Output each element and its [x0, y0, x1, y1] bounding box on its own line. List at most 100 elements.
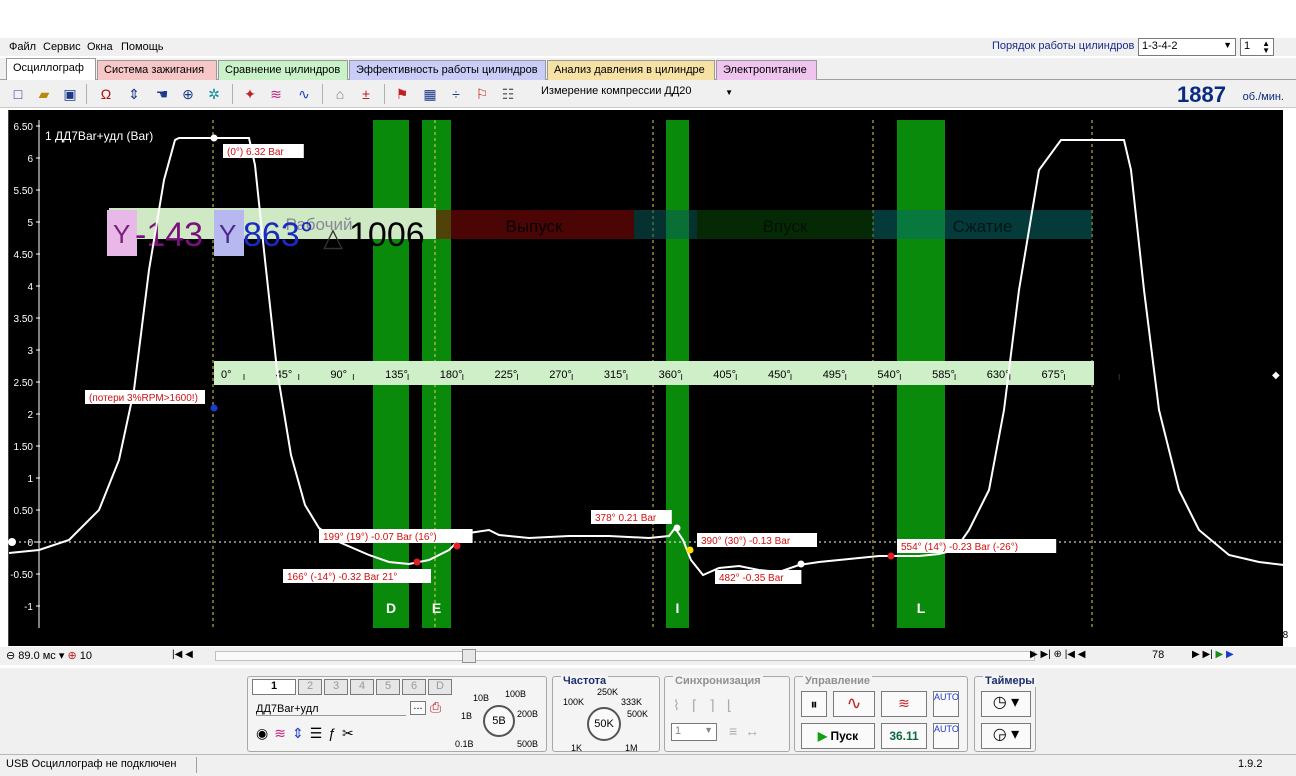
channel-tab-5[interactable]: 5 — [376, 679, 400, 695]
scrollbar[interactable] — [215, 649, 1035, 663]
control-panel: Управление ⏸ ∿ ≋ AUTO ▶ Пуск 36.11 AUTO — [794, 675, 968, 752]
chevron-down-icon: ▼ — [704, 725, 713, 735]
right-marker-icon[interactable]: ◆ — [1272, 370, 1280, 381]
time-scroll-row: ⊖ 89.0 мс ▾ ⊕ 10 |◀ ◀ ▶ ▶| ⊕ |◀ ◀ 78 ▶ ▶… — [0, 647, 1296, 665]
split-icon[interactable]: ÷ — [446, 84, 466, 104]
wave-icon: ≋ — [274, 725, 292, 741]
fx-icon: ƒ — [328, 725, 343, 741]
noise-button[interactable]: ≋ — [881, 691, 927, 717]
pause-button[interactable]: ⏸ — [801, 691, 827, 717]
channel-name[interactable]: ДД7Bar+удл — [256, 703, 406, 716]
x-tick-label: 11.45416 — [848, 630, 889, 641]
channel-tabs: 1 2 3 4 5 6 D — [252, 679, 452, 695]
tab-bar: Осциллограф Система зажигания Сравнение … — [0, 58, 1296, 80]
version: 1.9.2 — [1238, 758, 1263, 770]
menu-windows[interactable]: Окна — [87, 41, 113, 53]
tools-icon: ✂ — [342, 725, 360, 741]
zoom-icon[interactable]: ⊕ — [178, 84, 198, 104]
channel-tools[interactable]: ◉≋⇕☰ƒ✂ — [256, 725, 360, 742]
start-button[interactable]: ▶ Пуск — [801, 723, 875, 749]
chevron-down-icon: ▼ — [1223, 40, 1232, 50]
tab-pressure-analysis[interactable]: Анализ давления в цилиндре — [547, 60, 715, 80]
channel-tab-d[interactable]: D — [428, 679, 452, 695]
play-icon: ▶ — [817, 729, 828, 743]
rpm-unit: об./мин. — [1242, 91, 1284, 103]
scroll-nav-end[interactable]: ▶ ▶| ▶ ▶ — [1192, 649, 1234, 660]
sine-button[interactable]: ∿ — [833, 691, 875, 717]
sensor-icon[interactable]: ⎙ — [430, 699, 441, 716]
x-tick-label: 11.42416 — [434, 630, 475, 641]
cylinder-order-select[interactable]: 1-3-4-2 ▼ — [1138, 38, 1236, 56]
volt-knob[interactable]: 10В 100В 1В 200В 0.1В 500В 5В — [453, 683, 548, 753]
left-marker-icon[interactable] — [8, 538, 16, 546]
menu-help[interactable]: Помощь — [121, 41, 164, 53]
timers-panel: Таймеры ◷ ▾ ◶ ▾ — [974, 675, 1037, 752]
spin-arrows-icon: ▲ ▼ — [1262, 39, 1270, 55]
auto-step-button[interactable]: AUTO — [933, 723, 959, 749]
open-icon[interactable]: ▰ — [34, 84, 54, 104]
cursor-icon[interactable]: Ω — [96, 84, 116, 104]
channel-tab-1[interactable]: 1 — [252, 679, 296, 695]
channel-tab-3[interactable]: 3 — [324, 679, 348, 695]
note-icon[interactable]: ☷ — [498, 84, 518, 104]
preset-select[interactable]: Измерение компрессии ДД20 ▼ — [538, 84, 736, 102]
x-tick-label: 11.48 — [1264, 630, 1289, 641]
hand-icon[interactable]: ☚ — [152, 84, 172, 104]
rpm-value: 1887 — [1177, 82, 1226, 107]
toolbar: □ ▰ ▣ Ω ⇕ ☚ ⊕ ✲ ✦ ≋ ∿ ⌂ ± ⚑ ▦ ÷ ⚐ ☷ Изме… — [0, 80, 1296, 108]
timer1-button[interactable]: ◷ ▾ — [981, 691, 1031, 717]
auto-button[interactable]: AUTO — [933, 691, 959, 717]
flag-icon[interactable]: ⚑ — [392, 84, 412, 104]
tab-power-supply[interactable]: Электропитание — [716, 60, 817, 80]
control-area: 1 2 3 4 5 6 D ДД7Bar+удл ... ⎙ ◉≋⇕☰ƒ✂ 10… — [0, 668, 1296, 754]
channel-tab-2[interactable]: 2 — [298, 679, 322, 695]
sync-channel-select[interactable]: 1 ▼ — [671, 723, 717, 741]
channel-panel: 1 2 3 4 5 6 D ДД7Bar+удл ... ⎙ ◉≋⇕☰ƒ✂ 10… — [247, 676, 547, 752]
scope-overlay: 11.40416 11.41416 11.42416 11.43416 11.44416… — [8, 370, 1289, 641]
wave2-icon[interactable]: ∿ — [294, 84, 314, 104]
frequency-knob[interactable]: 250K 100K 333K 500K 1K 1M 50K — [553, 687, 661, 753]
status-bar: USB Осциллограф не подключен 1.9.2 — [0, 754, 1296, 776]
cursor2-icon[interactable]: ⇕ — [124, 84, 144, 104]
channel-tab-6[interactable]: 6 — [402, 679, 426, 695]
scroll-nav-right[interactable]: ▶ ▶| ⊕ |◀ ◀ — [1030, 649, 1085, 660]
auto-icon[interactable]: ⌂ — [330, 84, 350, 104]
tab-oscilloscope[interactable]: Осциллограф — [6, 58, 96, 80]
x-tick-label: 11.43416 — [572, 630, 613, 641]
tab-ignition[interactable]: Система зажигания — [97, 60, 217, 80]
tab-cylinder-compare[interactable]: Сравнение цилиндров — [218, 60, 348, 80]
wave-icon[interactable]: ≋ — [266, 84, 286, 104]
pin-icon[interactable]: ⚐ — [472, 84, 492, 104]
cylinder-spin[interactable]: 1 ▲ ▼ — [1240, 38, 1274, 56]
channel-more-button[interactable]: ... — [410, 701, 426, 715]
sync-mode-icons[interactable]: ⌇⌈⌉⌊ — [673, 697, 744, 714]
scroll-start-button[interactable]: |◀ ◀ — [172, 649, 193, 660]
table-icon[interactable]: ▦ — [420, 84, 440, 104]
save-icon[interactable]: ▣ — [60, 84, 80, 104]
timer2-button[interactable]: ◶ ▾ — [981, 723, 1031, 749]
x-tick-label: 11.40416 — [158, 630, 199, 641]
x-tick-label: 11.47416 — [1124, 630, 1165, 641]
zero-icon[interactable]: ± — [356, 84, 376, 104]
tab-cylinder-efficiency[interactable]: Эффективность работы цилиндров — [349, 60, 546, 80]
control-value[interactable]: 36.11 — [881, 723, 927, 749]
scale-icon: ⇕ — [291, 725, 310, 741]
menu-bar: Файл Сервис Окна Помощь Порядок работы ц… — [0, 38, 1296, 56]
channel-tab-4[interactable]: 4 — [350, 679, 374, 695]
filter-icon[interactable]: ✲ — [204, 84, 224, 104]
frequency-panel: Частота 250K 100K 333K 500K 1K 1M 50K — [552, 675, 661, 753]
menu-file[interactable]: Файл — [9, 41, 36, 53]
page-number: 78 — [1152, 649, 1165, 661]
scroll-thumb[interactable] — [462, 649, 476, 663]
time-div-control[interactable]: ⊖ 89.0 мс ▾ ⊕ 10 — [6, 649, 92, 662]
x-tick-label: 11.41416 — [296, 630, 337, 641]
x-tick-label: 11.46416 — [986, 630, 1027, 641]
menu-service[interactable]: Сервис — [43, 41, 81, 53]
new-icon[interactable]: □ — [8, 84, 28, 104]
marker-icon[interactable]: ✦ — [240, 84, 260, 104]
sync-extra-icons[interactable]: ≡↔ — [729, 723, 767, 739]
status-text: USB Осциллограф не подключен — [6, 758, 177, 770]
chevron-down-icon: ▼ — [725, 88, 733, 97]
lines-icon: ☰ — [309, 725, 329, 741]
sync-panel: Синхронизация ⌇⌈⌉⌊ 1 ▼ ≡↔ — [664, 675, 790, 752]
